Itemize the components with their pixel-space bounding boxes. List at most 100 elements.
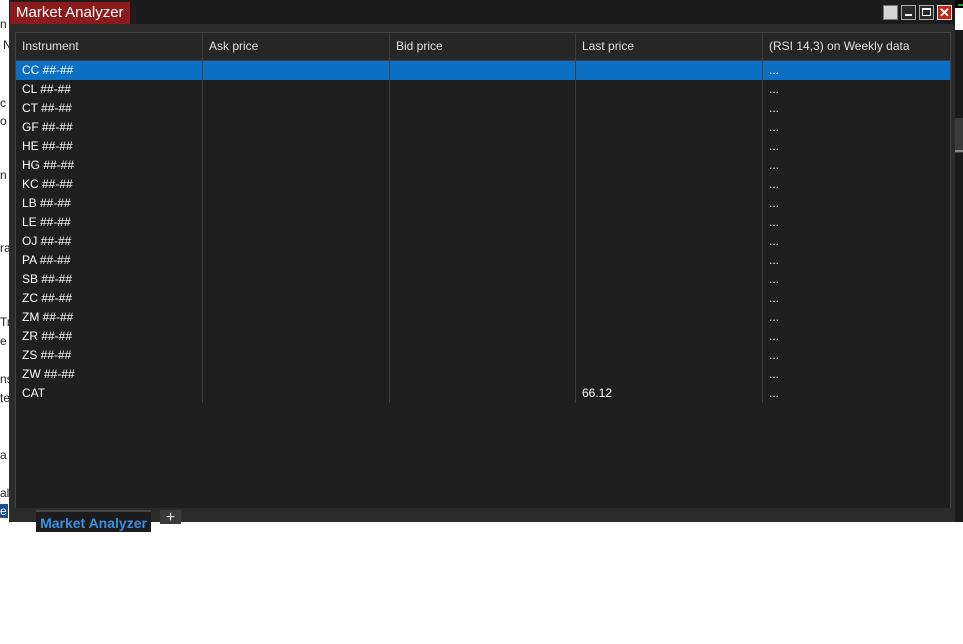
table-row[interactable]: HE ##-##...: [16, 137, 950, 156]
table-row[interactable]: PA ##-##...: [16, 251, 950, 270]
last-price-cell[interactable]: [576, 289, 763, 308]
table-row[interactable]: LB ##-##...: [16, 194, 950, 213]
ask-price-cell[interactable]: [203, 80, 390, 99]
instrument-cell[interactable]: HE ##-##: [16, 137, 203, 156]
rsi-cell[interactable]: ...: [763, 327, 950, 346]
bid-price-cell[interactable]: [390, 327, 576, 346]
bid-price-cell[interactable]: [390, 137, 576, 156]
instrument-cell[interactable]: ZC ##-##: [16, 289, 203, 308]
instrument-cell[interactable]: HG ##-##: [16, 156, 203, 175]
table-row[interactable]: CL ##-##...: [16, 80, 950, 99]
ask-price-cell[interactable]: [203, 232, 390, 251]
rsi-cell[interactable]: ...: [763, 156, 950, 175]
last-price-cell[interactable]: [576, 175, 763, 194]
bid-price-cell[interactable]: [390, 365, 576, 384]
instrument-cell[interactable]: PA ##-##: [16, 251, 203, 270]
column-header-bid-price[interactable]: Bid price: [390, 33, 576, 60]
last-price-cell[interactable]: [576, 251, 763, 270]
ask-price-cell[interactable]: [203, 61, 390, 80]
rsi-cell[interactable]: ...: [763, 289, 950, 308]
last-price-cell[interactable]: [576, 327, 763, 346]
last-price-cell[interactable]: [576, 232, 763, 251]
bid-price-cell[interactable]: [390, 80, 576, 99]
last-price-cell[interactable]: [576, 80, 763, 99]
bid-price-cell[interactable]: [390, 270, 576, 289]
table-row[interactable]: CT ##-##...: [16, 99, 950, 118]
table-row[interactable]: KC ##-##...: [16, 175, 950, 194]
column-header-last-price[interactable]: Last price: [576, 33, 763, 60]
bid-price-cell[interactable]: [390, 118, 576, 137]
bid-price-cell[interactable]: [390, 194, 576, 213]
last-price-cell[interactable]: 66.12: [576, 384, 763, 403]
rsi-cell[interactable]: ...: [763, 232, 950, 251]
last-price-cell[interactable]: [576, 270, 763, 289]
ask-price-cell[interactable]: [203, 365, 390, 384]
ask-price-cell[interactable]: [203, 175, 390, 194]
instrument-cell[interactable]: ZS ##-##: [16, 346, 203, 365]
rsi-cell[interactable]: ...: [763, 61, 950, 80]
rsi-cell[interactable]: ...: [763, 346, 950, 365]
rsi-cell[interactable]: ...: [763, 270, 950, 289]
table-row[interactable]: CAT 66.12...: [16, 384, 950, 403]
rsi-cell[interactable]: ...: [763, 175, 950, 194]
last-price-cell[interactable]: [576, 346, 763, 365]
ask-price-cell[interactable]: [203, 99, 390, 118]
rsi-cell[interactable]: ...: [763, 194, 950, 213]
ask-price-cell[interactable]: [203, 346, 390, 365]
ask-price-cell[interactable]: [203, 213, 390, 232]
last-price-cell[interactable]: [576, 118, 763, 137]
instrument-cell[interactable]: SB ##-##: [16, 270, 203, 289]
table-row[interactable]: ZS ##-##...: [16, 346, 950, 365]
instrument-cell[interactable]: GF ##-##: [16, 118, 203, 137]
bid-price-cell[interactable]: [390, 99, 576, 118]
minimize-icon[interactable]: [901, 5, 916, 20]
bid-price-cell[interactable]: [390, 232, 576, 251]
maximize-icon[interactable]: [919, 5, 934, 20]
restore-icon[interactable]: [883, 5, 898, 20]
ask-price-cell[interactable]: [203, 270, 390, 289]
ask-price-cell[interactable]: [203, 118, 390, 137]
rsi-cell[interactable]: ...: [763, 213, 950, 232]
instrument-cell[interactable]: CT ##-##: [16, 99, 203, 118]
instrument-cell[interactable]: LE ##-##: [16, 213, 203, 232]
table-row[interactable]: ZR ##-##...: [16, 327, 950, 346]
ask-price-cell[interactable]: [203, 251, 390, 270]
ask-price-cell[interactable]: [203, 384, 390, 403]
instrument-cell[interactable]: ZR ##-##: [16, 327, 203, 346]
market-grid[interactable]: Instrument Ask price Bid price Last pric…: [15, 32, 951, 510]
bid-price-cell[interactable]: [390, 61, 576, 80]
last-price-cell[interactable]: [576, 365, 763, 384]
window-title[interactable]: Market Analyzer: [10, 2, 130, 24]
rsi-cell[interactable]: ...: [763, 384, 950, 403]
ask-price-cell[interactable]: [203, 194, 390, 213]
table-row[interactable]: ZC ##-##...: [16, 289, 950, 308]
column-header-ask-price[interactable]: Ask price: [203, 33, 390, 60]
ask-price-cell[interactable]: [203, 308, 390, 327]
table-row[interactable]: ZW ##-##...: [16, 365, 950, 384]
table-row[interactable]: ZM ##-##...: [16, 308, 950, 327]
rsi-cell[interactable]: ...: [763, 118, 950, 137]
ask-price-cell[interactable]: [203, 137, 390, 156]
table-row[interactable]: GF ##-##...: [16, 118, 950, 137]
last-price-cell[interactable]: [576, 61, 763, 80]
table-row[interactable]: CC ##-##...: [16, 61, 950, 80]
instrument-cell[interactable]: CAT: [16, 384, 203, 403]
table-row[interactable]: SB ##-##...: [16, 270, 950, 289]
bid-price-cell[interactable]: [390, 175, 576, 194]
column-header-rsi[interactable]: (RSI 14,3) on Weekly data: [763, 33, 950, 60]
tab-market-analyzer[interactable]: Market Analyzer: [36, 510, 151, 532]
table-row[interactable]: OJ ##-##...: [16, 232, 950, 251]
table-row[interactable]: LE ##-##...: [16, 213, 950, 232]
last-price-cell[interactable]: [576, 99, 763, 118]
table-row[interactable]: HG ##-##...: [16, 156, 950, 175]
bid-price-cell[interactable]: [390, 308, 576, 327]
instrument-cell[interactable]: ZW ##-##: [16, 365, 203, 384]
add-tab-button[interactable]: +: [160, 510, 181, 526]
rsi-cell[interactable]: ...: [763, 365, 950, 384]
instrument-cell[interactable]: ZM ##-##: [16, 308, 203, 327]
close-icon[interactable]: ✕: [937, 5, 952, 20]
rsi-cell[interactable]: ...: [763, 251, 950, 270]
last-price-cell[interactable]: [576, 308, 763, 327]
last-price-cell[interactable]: [576, 213, 763, 232]
title-bar[interactable]: Market Analyzer ✕: [9, 0, 955, 24]
